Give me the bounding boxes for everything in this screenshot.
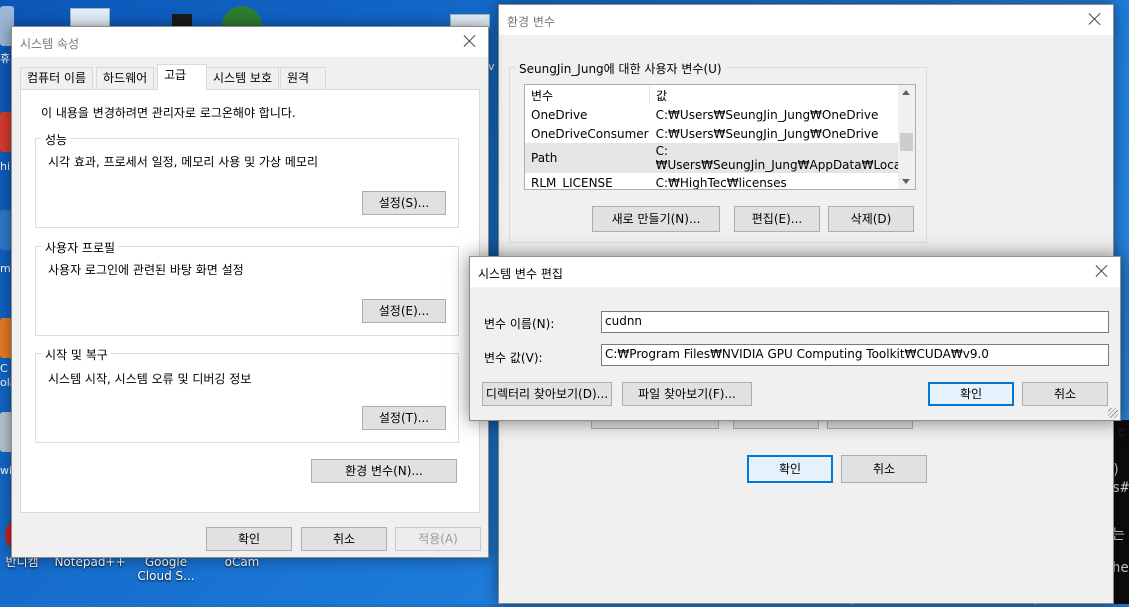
ok-button[interactable]: 확인 <box>928 382 1014 406</box>
close-icon[interactable] <box>1087 11 1103 27</box>
desktop-edge-label: m <box>0 262 11 275</box>
variable-name: Path <box>531 151 558 165</box>
tab-computer-name[interactable]: 컴퓨터 이름 <box>20 67 94 89</box>
variable-value: C:₩Users₩SeungJin_Jung₩OneDrive <box>655 107 879 122</box>
tab-advanced[interactable]: 고급 <box>157 64 207 90</box>
title-bar[interactable]: 환경 변수 <box>499 5 1113 35</box>
browse-file-button[interactable]: 파일 찾아보기(F)... <box>622 382 752 406</box>
performance-group: 성능 시각 효과, 프로세서 일정, 메모리 사용 및 가상 메모리 설정(S)… <box>35 131 459 228</box>
column-header-value[interactable]: 값 <box>650 85 915 105</box>
variable-name: OneDrive <box>531 107 588 122</box>
edit-system-variable-dialog[interactable]: 시스템 변수 편집 변수 이름(N): cudnn 변수 값(V): C:₩Pr… <box>469 256 1121 421</box>
table-row[interactable]: OneDrive C:₩Users₩SeungJin_Jung₩OneDrive <box>525 105 915 124</box>
tab-panel-advanced: 이 내용을 변경하려면 관리자로 로그온해야 합니다. 성능 시각 효과, 프로… <box>20 89 480 513</box>
ok-button[interactable]: 확인 <box>747 455 833 483</box>
desktop-icon-fragment[interactable] <box>70 8 110 28</box>
scrollbar-thumb[interactable] <box>900 133 913 151</box>
window-title: 시스템 속성 <box>20 37 80 51</box>
user-variables-group: SeungJin_Jung에 대한 사용자 변수(U) 변수 값 OneDriv… <box>509 60 927 243</box>
user-profile-settings-button[interactable]: 설정(E)... <box>362 299 446 323</box>
admin-notice: 이 내용을 변경하려면 관리자로 로그온해야 합니다. <box>41 106 296 120</box>
variable-value: C:₩Users₩SeungJin_Jung₩OneDrive <box>655 126 879 141</box>
startup-recovery-settings-button[interactable]: 설정(T)... <box>362 406 446 430</box>
startup-recovery-description: 시스템 시작, 시스템 오류 및 디버깅 정보 <box>48 372 252 386</box>
terminal-line: he <box>1112 560 1129 576</box>
tab-hardware[interactable]: 하드웨어 <box>96 67 155 89</box>
cancel-button[interactable]: 취소 <box>301 527 387 551</box>
apply-button[interactable]: 적용(A) <box>395 527 481 551</box>
tab-system-protection[interactable]: 시스템 보호 <box>206 67 280 89</box>
side-text: c <box>1118 425 1125 439</box>
desktop-edge-label: C <box>0 362 8 375</box>
desktop-edge-label: hi <box>0 160 11 173</box>
cancel-button[interactable]: 취소 <box>841 455 927 483</box>
user-profile-group: 사용자 프로필 사용자 로그인에 관련된 바탕 화면 설정 설정(E)... <box>35 239 459 336</box>
tab-remote[interactable]: 원격 <box>280 67 326 89</box>
desktop-edge-label: 휴 <box>0 52 11 65</box>
variable-name: OneDriveConsumer <box>531 126 649 141</box>
table-row-selected[interactable]: Path C:₩Users₩SeungJin_Jung₩AppData₩Loca… <box>525 143 916 173</box>
terminal-line: s# <box>1112 480 1129 496</box>
close-icon[interactable] <box>1094 263 1110 279</box>
performance-group-title: 성능 <box>42 131 71 148</box>
user-profile-group-title: 사용자 프로필 <box>42 239 119 256</box>
variable-value: C:₩HighTec₩licenses <box>655 175 787 190</box>
environment-variables-button[interactable]: 환경 변수(N)... <box>311 459 457 483</box>
edit-variable-button[interactable]: 편집(E)... <box>734 206 820 232</box>
title-bar[interactable]: 시스템 변수 편집 <box>470 257 1120 287</box>
window-title: 환경 변수 <box>507 15 555 29</box>
vertical-scrollbar[interactable] <box>898 85 915 189</box>
resize-grip-icon[interactable] <box>1108 408 1118 418</box>
performance-description: 시각 효과, 프로세서 일정, 메모리 사용 및 가상 메모리 <box>48 155 318 169</box>
scroll-up-icon[interactable] <box>902 90 910 95</box>
column-header-variable[interactable]: 변수 <box>525 85 651 105</box>
table-row[interactable]: OneDriveConsumer C:₩Users₩SeungJin_Jung₩… <box>525 124 915 143</box>
variable-value-input[interactable]: C:₩Program Files₩NVIDIA GPU Computing To… <box>601 344 1109 366</box>
cancel-button[interactable]: 취소 <box>1022 382 1108 406</box>
startup-recovery-group: 시작 및 복구 시스템 시작, 시스템 오류 및 디버깅 정보 설정(T)... <box>35 346 459 443</box>
title-bar[interactable]: 시스템 속성 <box>12 27 488 57</box>
desktop-icon-label: Google Cloud S... <box>137 555 195 583</box>
table-row[interactable]: RLM_LICENSE C:₩HighTec₩licenses <box>525 173 915 190</box>
close-icon[interactable] <box>462 33 478 49</box>
variable-name-input[interactable]: cudnn <box>601 311 1109 333</box>
user-variables-list[interactable]: 변수 값 OneDrive C:₩Users₩SeungJin_Jung₩One… <box>524 84 916 190</box>
startup-recovery-group-title: 시작 및 복구 <box>42 346 111 363</box>
browse-directory-button[interactable]: 디렉터리 찾아보기(D)... <box>482 382 612 406</box>
user-profile-description: 사용자 로그인에 관련된 바탕 화면 설정 <box>48 263 244 277</box>
new-variable-button[interactable]: 새로 만들기(N)... <box>592 206 720 232</box>
delete-variable-button[interactable]: 삭제(D) <box>828 206 914 232</box>
system-properties-window[interactable]: 시스템 속성 컴퓨터 이름 하드웨어 고급 시스템 보호 원격 이 내용을 변경… <box>11 26 489 558</box>
variable-value: C:₩Users₩SeungJin_Jung₩AppData₩Local... <box>655 144 916 172</box>
variable-name: RLM_LICENSE <box>531 175 613 190</box>
variable-name-label: 변수 이름(N): <box>484 317 555 331</box>
performance-settings-button[interactable]: 설정(S)... <box>362 191 446 215</box>
ok-button[interactable]: 확인 <box>206 527 292 551</box>
user-variables-group-title: SeungJin_Jung에 대한 사용자 변수(U) <box>516 60 725 77</box>
variable-value-label: 변수 값(V): <box>484 351 543 365</box>
dialog-title: 시스템 변수 편집 <box>478 267 563 281</box>
scroll-down-icon[interactable] <box>902 179 910 184</box>
